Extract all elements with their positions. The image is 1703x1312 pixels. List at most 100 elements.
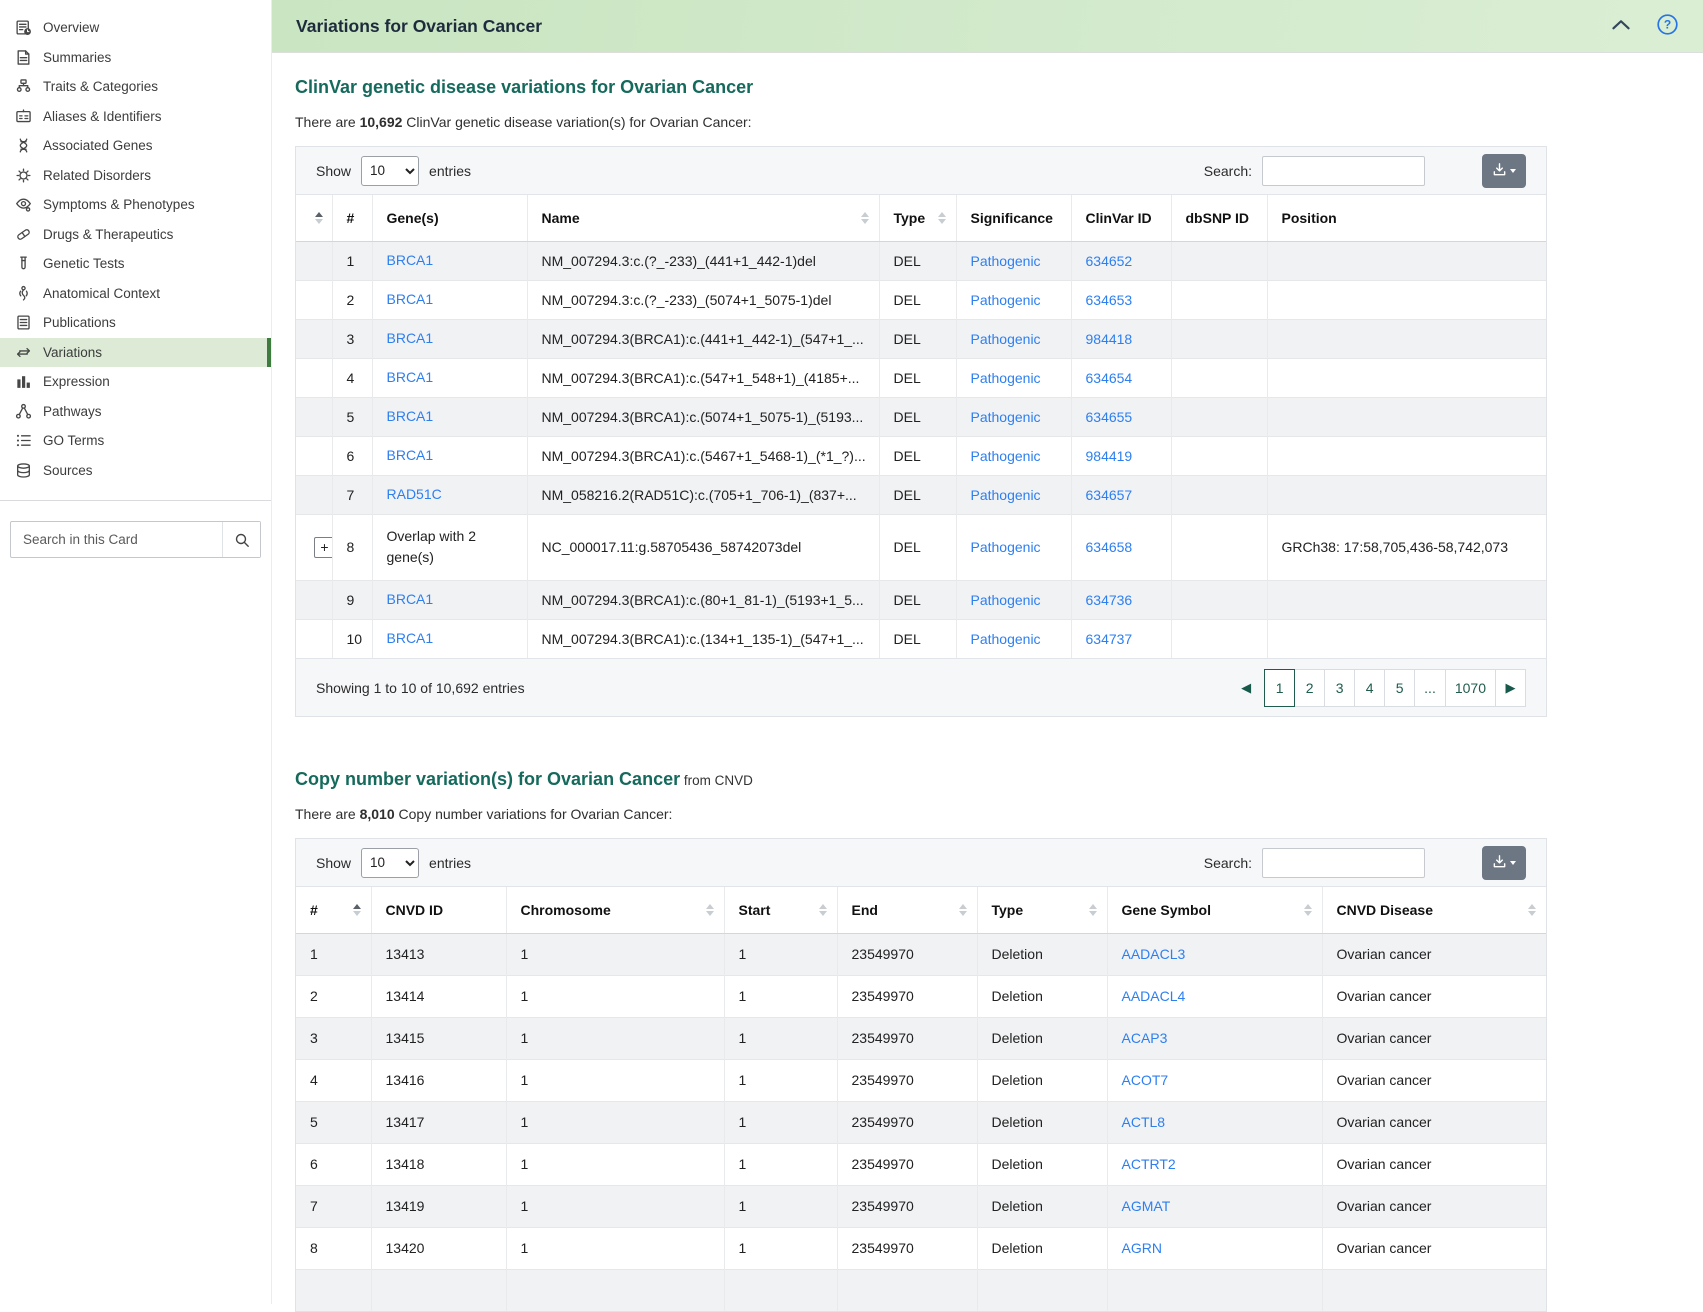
page-size-select[interactable]: 10 [361,848,419,878]
gene-symbol-link[interactable]: AADACL4 [1122,988,1186,1004]
gene-link[interactable]: BRCA1 [387,630,434,646]
clinvar-id-link[interactable]: 984418 [1086,331,1133,347]
column-header[interactable]: End [837,887,977,933]
clinvar-id-link[interactable]: 634655 [1086,409,1133,425]
download-button[interactable] [1482,154,1526,188]
gene-link[interactable]: BRCA1 [387,447,434,463]
sidebar-item-publications[interactable]: Publications [0,308,271,338]
clinvar-id-link[interactable]: 984419 [1086,448,1133,464]
gene-symbol-link[interactable]: AGMAT [1122,1198,1171,1214]
sidebar-item-go-terms[interactable]: GO Terms [0,426,271,456]
column-header[interactable]: Position [1267,195,1546,241]
column-header-inner: Gene(s) [387,210,517,226]
sidebar-item-anatomical-context[interactable]: Anatomical Context [0,279,271,309]
variation-type: DEL [879,319,956,358]
gene-symbol-link[interactable]: ACTRT2 [1122,1156,1176,1172]
column-header[interactable]: # [332,195,372,241]
sidebar-item-pathways[interactable]: Pathways [0,397,271,427]
clinvar-id-link[interactable]: 634737 [1086,631,1133,647]
table-search-input[interactable] [1262,848,1425,878]
expand-row-button[interactable]: + [314,537,332,558]
column-header[interactable]: dbSNP ID [1171,195,1267,241]
download-button[interactable] [1482,846,1526,880]
end-cell: 23549970 [837,933,977,975]
significance-link[interactable]: Pathogenic [971,292,1041,308]
gene-symbol-link[interactable]: AGRN [1122,1240,1162,1256]
column-header[interactable]: Type [879,195,956,241]
clinvar-id-link[interactable]: 634653 [1086,292,1133,308]
end-cell: 23549970 [837,1185,977,1227]
table-row: 7134191123549970DeletionAGMATOvarian can… [296,1185,1546,1227]
sidebar-item-summaries[interactable]: Summaries [0,43,271,73]
sidebar-item-expression[interactable]: Expression [0,367,271,397]
sidebar-item-sources[interactable]: Sources [0,456,271,486]
column-header[interactable]: # [296,887,371,933]
clinvar-id-link[interactable]: 634657 [1086,487,1133,503]
gene-symbol-link[interactable]: ACTL8 [1122,1114,1166,1130]
significance-cell: Pathogenic [956,514,1071,580]
significance-link[interactable]: Pathogenic [971,592,1041,608]
column-header[interactable]: CNVD Disease [1322,887,1546,933]
sidebar-item-aliases-identifiers[interactable]: Aliases & Identifiers [0,102,271,132]
sidebar-item-related-disorders[interactable]: Related Disorders [0,161,271,191]
help-button[interactable]: ? [1656,13,1679,39]
significance-link[interactable]: Pathogenic [971,448,1041,464]
clinvar-id-link[interactable]: 634654 [1086,370,1133,386]
column-header[interactable]: ClinVar ID [1071,195,1171,241]
sidebar-item-associated-genes[interactable]: Associated Genes [0,131,271,161]
column-header[interactable]: CNVD ID [371,887,506,933]
column-header[interactable]: Chromosome [506,887,724,933]
column-header[interactable]: Type [977,887,1107,933]
significance-link[interactable]: Pathogenic [971,331,1041,347]
column-header[interactable]: Name [527,195,879,241]
significance-link[interactable]: Pathogenic [971,539,1041,555]
sidebar-item-genetic-tests[interactable]: Genetic Tests [0,249,271,279]
column-header[interactable]: Gene Symbol [1107,887,1322,933]
significance-link[interactable]: Pathogenic [971,370,1041,386]
sidebar-item-symptoms-phenotypes[interactable]: Symptoms & Phenotypes [0,190,271,220]
gene-link[interactable]: RAD51C [387,486,442,502]
clinvar-id-link[interactable]: 634736 [1086,592,1133,608]
sidebar-item-variations[interactable]: Variations [0,338,271,368]
search-button[interactable] [222,522,260,557]
gene-symbol-link[interactable]: ACAP3 [1122,1030,1168,1046]
significance-link[interactable]: Pathogenic [971,409,1041,425]
gene-link[interactable]: BRCA1 [387,330,434,346]
gene-link[interactable]: BRCA1 [387,591,434,607]
column-header[interactable]: Gene(s) [372,195,527,241]
collapse-button[interactable] [1610,18,1632,34]
page-button[interactable]: 5 [1384,669,1415,707]
clinvar-id-link[interactable]: 634658 [1086,539,1133,555]
table-search-input[interactable] [1262,156,1425,186]
gene-symbol-link[interactable]: ACOT7 [1122,1072,1169,1088]
page-button[interactable]: 3 [1324,669,1355,707]
gene-cell: BRCA1 [372,436,527,475]
gene-link[interactable]: BRCA1 [387,252,434,268]
clinvar-id-link[interactable]: 634652 [1086,253,1133,269]
empty-cell [724,1269,837,1311]
page-button[interactable]: 2 [1294,669,1325,707]
page-button[interactable]: 1 [1264,669,1295,707]
gene-link[interactable]: BRCA1 [387,291,434,307]
significance-link[interactable]: Pathogenic [971,487,1041,503]
page-button[interactable]: 1070 [1445,669,1496,707]
page-button[interactable]: 4 [1354,669,1385,707]
sidebar-item-drugs-therapeutics[interactable]: Drugs & Therapeutics [0,220,271,250]
page-size-select[interactable]: 10 [361,156,419,186]
sidebar-item-traits-categories[interactable]: Traits & Categories [0,72,271,102]
column-header[interactable]: Start [724,887,837,933]
gene-symbol-link[interactable]: AADACL3 [1122,946,1186,962]
gene-link[interactable]: BRCA1 [387,408,434,424]
dbsnp-id-cell [1171,514,1267,580]
column-header[interactable]: Significance [956,195,1071,241]
column-header[interactable] [296,195,332,241]
previous-page-button[interactable]: ◀ [1237,676,1255,700]
variation-type: DEL [879,280,956,319]
significance-link[interactable]: Pathogenic [971,631,1041,647]
page-ellipsis[interactable]: ... [1414,669,1446,707]
sidebar-item-overview[interactable]: Overview [0,13,271,43]
next-page-button[interactable]: ▶ [1495,669,1526,707]
significance-link[interactable]: Pathogenic [971,253,1041,269]
clinvar-id-cell: 984418 [1071,319,1171,358]
gene-link[interactable]: BRCA1 [387,369,434,385]
